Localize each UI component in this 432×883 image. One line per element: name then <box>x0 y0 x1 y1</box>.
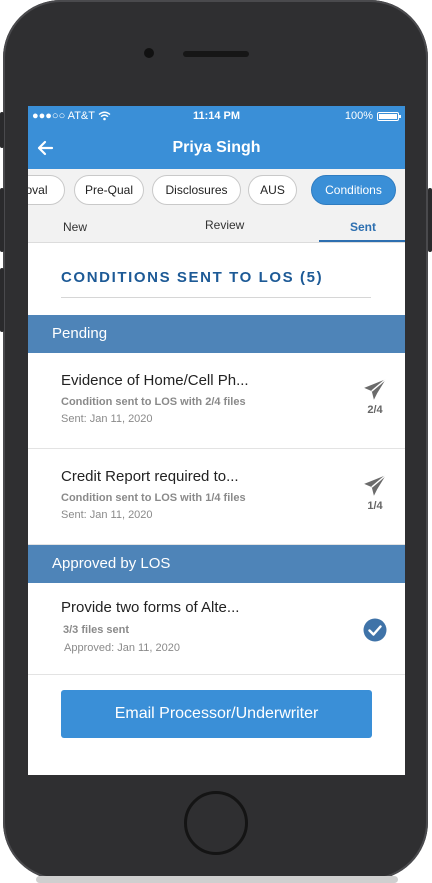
list-item[interactable]: Evidence of Home/Cell Ph... Condition se… <box>28 353 405 449</box>
list-item[interactable]: Provide two forms of Alte... 3/3 files s… <box>28 583 405 675</box>
mute-switch <box>0 112 4 148</box>
tab-pre-qual[interactable]: Pre-Qual <box>74 175 144 205</box>
subtab-sent[interactable]: Sent <box>350 220 376 234</box>
condition-title: Evidence of Home/Cell Ph... <box>61 372 249 389</box>
app-screen: ●●●○○ AT&T 11:14 PM 100% Priya Singh ova… <box>28 106 405 775</box>
active-tab-indicator <box>319 240 405 242</box>
paper-plane-icon <box>364 378 387 400</box>
group-header-label: Approved by LOS <box>52 555 171 572</box>
status-bar: ●●●○○ AT&T 11:14 PM 100% <box>28 106 405 128</box>
app-header: Priya Singh <box>28 128 405 169</box>
power-button <box>428 188 432 252</box>
battery-percent: 100% <box>344 110 373 122</box>
home-button[interactable] <box>184 791 248 855</box>
battery-icon <box>377 111 401 121</box>
volume-up-button <box>0 188 4 252</box>
section-title: CONDITIONS SENT TO LOS (5) <box>61 269 324 286</box>
sub-tabs: New Review Sent <box>28 211 405 243</box>
condition-date: Sent: Jan 11, 2020 <box>61 509 153 521</box>
group-header-pending: Pending <box>28 315 405 353</box>
section-divider <box>61 297 371 298</box>
paper-plane-icon <box>364 474 387 496</box>
condition-subtitle: Condition sent to LOS with 2/4 files <box>61 396 246 408</box>
group-header-label: Pending <box>52 325 108 342</box>
email-processor-button[interactable]: Email Processor/Underwriter <box>61 690 372 738</box>
condition-title: Credit Report required to... <box>61 468 239 485</box>
list-item[interactable]: Credit Report required to... Condition s… <box>28 449 405 545</box>
tab-aus[interactable]: AUS <box>248 175 297 205</box>
stage-tabs-bar: oval Pre-Qual Disclosures AUS Conditions <box>28 169 405 211</box>
group-header-approved: Approved by LOS <box>28 545 405 583</box>
condition-date: Sent: Jan 11, 2020 <box>61 413 153 425</box>
tab-approval[interactable]: oval <box>28 175 65 205</box>
volume-down-button <box>0 268 4 332</box>
subtab-new[interactable]: New <box>63 220 87 234</box>
file-count: 2/4 <box>367 404 383 416</box>
file-count: 1/4 <box>367 500 383 512</box>
subtab-review[interactable]: Review <box>205 218 244 232</box>
page-title: Priya Singh <box>172 139 261 156</box>
earpiece-speaker <box>183 51 249 57</box>
tab-disclosures[interactable]: Disclosures <box>152 175 241 205</box>
condition-subtitle: Condition sent to LOS with 1/4 files <box>61 492 246 504</box>
condition-subtitle: 3/3 files sent <box>63 624 130 636</box>
condition-date: Approved: Jan 11, 2020 <box>64 642 180 654</box>
tab-conditions[interactable]: Conditions <box>311 175 396 205</box>
phone-shadow <box>36 876 398 883</box>
check-circle-icon <box>363 618 387 642</box>
condition-title: Provide two forms of Alte... <box>61 599 240 616</box>
front-camera <box>144 48 154 58</box>
